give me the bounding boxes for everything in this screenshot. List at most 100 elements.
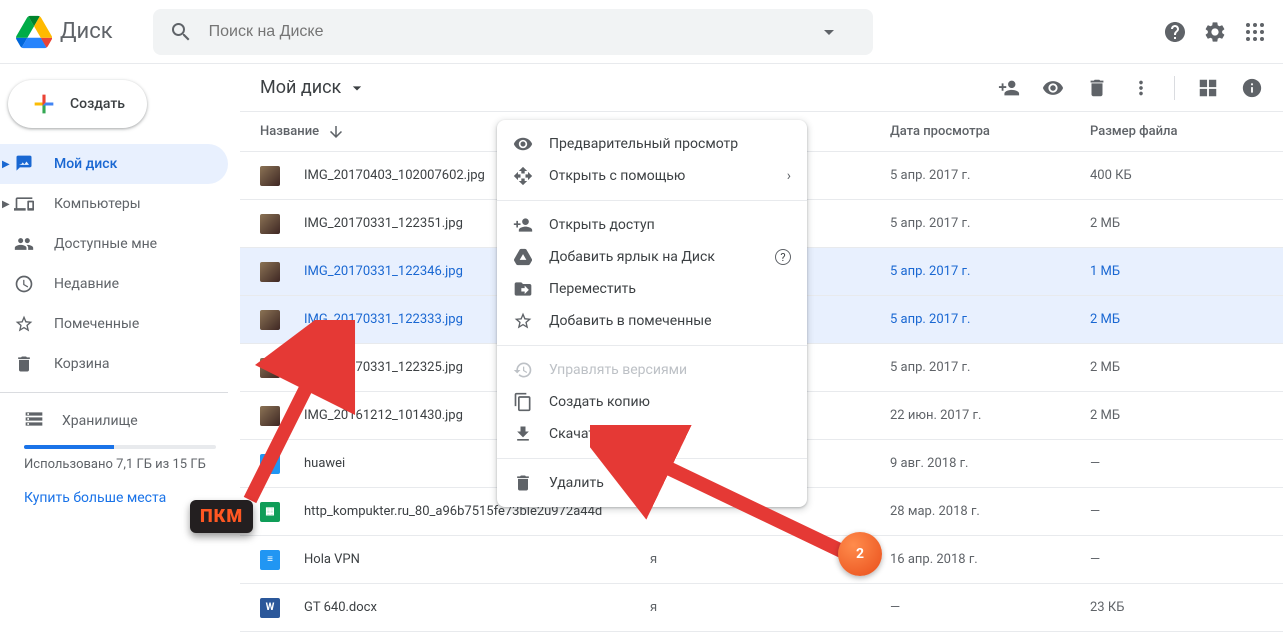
table-row[interactable]: WGT 640.docxя—23 КБ	[240, 584, 1283, 632]
file-date: 5 апр. 2017 г.	[890, 360, 1090, 375]
search-icon	[169, 20, 193, 44]
menu-item[interactable]: Добавить в помеченные	[497, 305, 807, 337]
logo[interactable]: Диск	[16, 14, 113, 50]
image-thumb-icon	[260, 358, 280, 378]
file-size: 1 МБ	[1090, 264, 1263, 279]
download-icon	[513, 424, 533, 444]
menu-item[interactable]: Открыть с помощью›	[497, 160, 807, 192]
apps-icon[interactable]	[1243, 20, 1267, 44]
menu-item-label: Скачать	[549, 426, 603, 442]
create-button[interactable]: Создать	[8, 80, 147, 128]
file-date: 5 апр. 2017 г.	[890, 216, 1090, 231]
delete-icon[interactable]	[1086, 77, 1108, 99]
info-icon[interactable]	[1241, 77, 1263, 99]
nav-list: ▶Мой диск ▶Компьютеры Доступные мне Неда…	[0, 144, 240, 384]
image-thumb-icon	[260, 166, 280, 186]
breadcrumb[interactable]: Мой диск	[260, 77, 367, 98]
menu-item-label: Удалить	[549, 475, 604, 491]
search-bar[interactable]	[153, 9, 873, 55]
sort-down-icon	[327, 123, 345, 141]
context-menu: Предварительный просмотр Открыть с помощь…	[497, 120, 807, 507]
file-name: IMG_20170331_122333.jpg	[304, 312, 463, 327]
drive-icon	[16, 14, 52, 50]
plus-icon	[30, 90, 58, 118]
file-date: 28 мар. 2018 г.	[890, 504, 1090, 519]
file-name: IMG_20170331_122325.jpg	[304, 360, 463, 375]
file-size: 2 МБ	[1090, 360, 1263, 375]
buy-storage-link[interactable]: Купить больше места	[24, 490, 166, 506]
chevron-down-icon	[347, 78, 367, 98]
person-add-icon	[513, 215, 533, 235]
word-icon: W	[260, 598, 280, 618]
file-name: GT 640.docx	[304, 600, 377, 615]
file-name: IMG_20170331_122346.jpg	[304, 264, 463, 279]
copy-icon	[513, 392, 533, 412]
nav-recent[interactable]: Недавние	[0, 264, 228, 304]
move-icon	[513, 279, 533, 299]
trash-icon	[513, 473, 533, 493]
annotation-bubble: 2	[838, 532, 882, 576]
menu-item-label: Открыть доступ	[549, 217, 655, 233]
header-actions	[1163, 20, 1267, 44]
nav-starred[interactable]: Помеченные	[0, 304, 228, 344]
devices-icon	[12, 194, 36, 214]
menu-item[interactable]: Добавить ярлык на Диск?	[497, 241, 807, 273]
file-size: —	[1090, 504, 1263, 519]
file-date: 9 авг. 2018 г.	[890, 456, 1090, 471]
app-name: Диск	[60, 19, 113, 44]
file-size: 400 КБ	[1090, 168, 1263, 183]
shared-icon	[12, 234, 36, 254]
settings-icon[interactable]	[1203, 20, 1227, 44]
view-grid-icon[interactable]	[1197, 77, 1219, 99]
file-size: —	[1090, 456, 1263, 471]
image-thumb-icon	[260, 406, 280, 426]
file-date: 5 апр. 2017 г.	[890, 312, 1090, 327]
file-name: IMG_20161212_101430.jpg	[304, 408, 463, 423]
create-label: Создать	[70, 96, 125, 112]
nav-my-drive[interactable]: ▶Мой диск	[0, 144, 228, 184]
menu-item[interactable]: Предварительный просмотр	[497, 128, 807, 160]
doc-icon: ≡	[260, 550, 280, 570]
menu-item[interactable]: Создать копию	[497, 386, 807, 418]
toolbar: Мой диск	[240, 64, 1283, 112]
menu-item-label: Открыть с помощью	[549, 168, 685, 184]
preview-icon[interactable]	[1042, 77, 1064, 99]
menu-item-label: Создать копию	[549, 394, 650, 410]
image-thumb-icon	[260, 310, 280, 330]
more-icon[interactable]	[1130, 77, 1152, 99]
menu-item[interactable]: Скачать	[497, 418, 807, 450]
table-row[interactable]: ≡Hola VPNя16 апр. 2018 г.—	[240, 536, 1283, 584]
file-date: —	[890, 600, 1090, 615]
menu-item[interactable]: Открыть доступ	[497, 209, 807, 241]
help-icon[interactable]	[1163, 20, 1187, 44]
sheet-icon: ▦	[260, 502, 280, 522]
storage-icon	[24, 409, 44, 433]
nav-shared[interactable]: Доступные мне	[0, 224, 228, 264]
menu-separator	[497, 200, 807, 201]
menu-item-label: Предварительный просмотр	[549, 136, 738, 152]
menu-item-label: Переместить	[549, 281, 636, 297]
storage-bar	[24, 445, 216, 449]
storage-label[interactable]: Хранилище	[62, 413, 138, 429]
share-icon[interactable]	[998, 77, 1020, 99]
file-date: 16 апр. 2018 г.	[890, 552, 1090, 567]
file-date: 22 июн. 2017 г.	[890, 408, 1090, 423]
col-date[interactable]: Дата просмотра	[890, 124, 1090, 139]
col-size[interactable]: Размер файла	[1090, 124, 1263, 139]
menu-item-label: Добавить в помеченные	[549, 313, 712, 329]
menu-item-label: Добавить ярлык на Диск	[549, 249, 715, 265]
star-icon	[12, 314, 36, 334]
nav-computers[interactable]: ▶Компьютеры	[0, 184, 228, 224]
menu-item[interactable]: Удалить	[497, 467, 807, 499]
annotation-pkm: ПКМ	[190, 500, 253, 533]
menu-item[interactable]: Переместить	[497, 273, 807, 305]
search-options-icon[interactable]	[817, 20, 841, 44]
file-date: 5 апр. 2017 г.	[890, 168, 1090, 183]
file-date: 5 апр. 2017 г.	[890, 264, 1090, 279]
search-input[interactable]	[209, 23, 817, 41]
menu-separator	[497, 345, 807, 346]
drive-icon	[513, 248, 533, 266]
image-thumb-icon	[260, 214, 280, 234]
file-name: Hola VPN	[304, 552, 360, 567]
nav-trash[interactable]: Корзина	[0, 344, 228, 384]
